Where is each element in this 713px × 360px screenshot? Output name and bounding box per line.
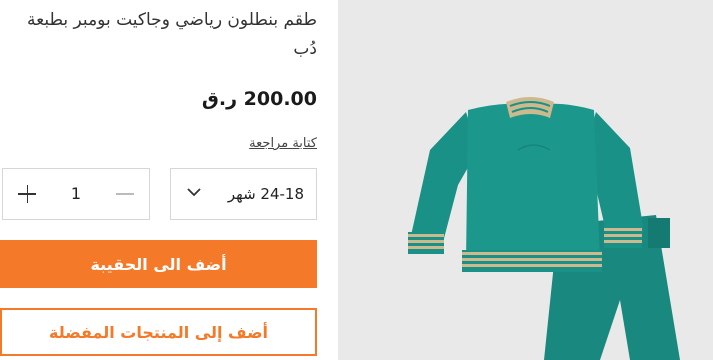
write-review-link[interactable]: كتابة مراجعة [249,136,317,151]
size-select[interactable]: 24-18 شهر [170,168,317,220]
chevron-down-icon [187,188,201,197]
quantity-value[interactable]: 1 [49,169,103,219]
left-cuff [408,232,444,254]
product-price: 200.00 ر.ق [201,88,317,110]
quantity-stepper: 1 [2,168,150,220]
product-title: طقم بنطلون رياضي وجاكيت بومبر بطبعة دُب [27,10,317,59]
minus-icon[interactable] [103,169,149,219]
add-to-wishlist-button[interactable]: أضف إلى المنتجات المفضلة [0,308,317,356]
size-select-value: 24-18 شهر [227,185,304,203]
right-cuff [604,226,642,248]
plus-icon[interactable] [3,169,49,219]
tracksuit-illustration [408,97,680,360]
product-image[interactable] [338,0,713,360]
add-to-bag-button[interactable]: أضف الى الحقيبة [0,240,317,288]
